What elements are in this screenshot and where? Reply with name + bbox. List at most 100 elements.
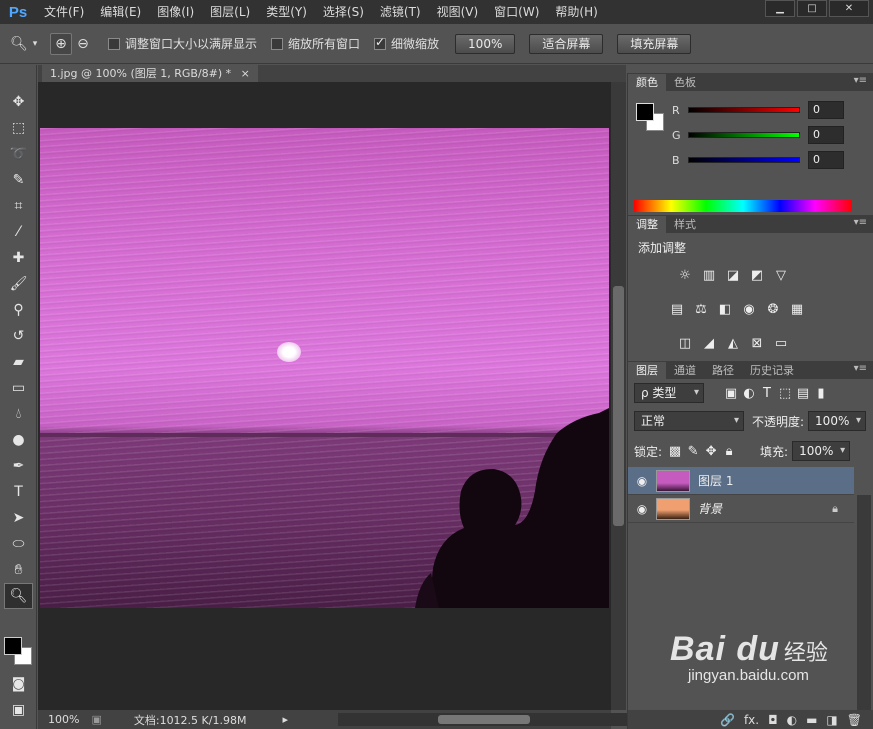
pen-tool-icon[interactable]: ✒ xyxy=(0,453,37,479)
layer-filter-dropdown[interactable]: ρ 类型 xyxy=(634,383,704,403)
tab-history[interactable]: 历史记录 xyxy=(742,362,802,379)
menu-view[interactable]: 视图(V) xyxy=(429,0,487,24)
filter-toggle-icon[interactable]: ▮ xyxy=(812,385,830,401)
chevron-down-icon[interactable]: ▾ xyxy=(30,33,40,55)
checkbox-box-checked[interactable] xyxy=(374,35,387,50)
filter-adjustment-icon[interactable]: ◐ xyxy=(740,385,758,401)
dodge-tool-icon[interactable]: ● xyxy=(0,427,37,453)
posterize-icon[interactable]: ◢ xyxy=(700,335,718,351)
document-tab[interactable]: 1.jpg @ 100% (图层 1, RGB/8#) * × xyxy=(42,65,258,82)
menu-file[interactable]: 文件(F) xyxy=(36,0,92,24)
path-select-tool-icon[interactable]: ➤ xyxy=(0,505,37,531)
eye-icon[interactable]: ◉ xyxy=(628,474,656,488)
lock-transparency-icon[interactable]: ▩ xyxy=(666,443,684,459)
exposure-icon[interactable]: ◩ xyxy=(748,267,766,283)
blur-tool-icon[interactable]: 💧︎ xyxy=(0,401,37,427)
zoom-tool-icon[interactable]: 🔍︎ xyxy=(4,583,33,609)
foreground-color-swatch[interactable] xyxy=(4,637,22,655)
layer-style-icon[interactable]: fx. xyxy=(744,713,759,727)
lock-all-icon[interactable]: 🔒︎ xyxy=(720,443,738,459)
document-image[interactable] xyxy=(40,128,609,608)
menu-window[interactable]: 窗口(W) xyxy=(486,0,547,24)
add-mask-icon[interactable]: ◘ xyxy=(768,713,778,727)
vertical-scrollbar[interactable] xyxy=(611,82,626,710)
eye-icon[interactable]: ◉ xyxy=(628,502,656,516)
move-tool-icon[interactable]: ✥ xyxy=(0,89,37,115)
threshold-icon[interactable]: ◭ xyxy=(724,335,742,351)
foreground-color-swatch[interactable] xyxy=(636,103,654,121)
zoom-tool-preset-icon[interactable]: 🔍︎ xyxy=(8,33,30,55)
blue-slider[interactable] xyxy=(688,157,800,163)
quick-mask-icon[interactable]: ◙ xyxy=(0,671,37,697)
link-layers-icon[interactable]: 🔗 xyxy=(720,713,735,727)
zoom-out-icon[interactable]: ⊖ xyxy=(72,33,94,55)
type-tool-icon[interactable]: T xyxy=(0,479,37,505)
minimize-button[interactable]: ▁ xyxy=(765,0,795,17)
close-tab-icon[interactable]: × xyxy=(241,67,250,80)
invert-icon[interactable]: ◫ xyxy=(676,335,694,351)
hand-tool-icon[interactable]: ✋︎ xyxy=(0,557,37,583)
gradient-map-icon[interactable]: ▭ xyxy=(772,335,790,351)
menu-layer[interactable]: 图层(L) xyxy=(202,0,258,24)
new-layer-icon[interactable]: ◨ xyxy=(826,713,837,727)
eraser-tool-icon[interactable]: ▰ xyxy=(0,349,37,375)
new-adjustment-layer-icon[interactable]: ◐ xyxy=(787,713,797,727)
menu-edit[interactable]: 编辑(E) xyxy=(92,0,149,24)
brush-tool-icon[interactable]: 🖌︎ xyxy=(0,271,37,297)
maximize-button[interactable]: □ xyxy=(797,0,827,17)
canvas-area[interactable] xyxy=(38,82,611,710)
tab-adjustments[interactable]: 调整 xyxy=(628,216,666,233)
fill-input[interactable]: 100% xyxy=(792,441,851,461)
zoom-level[interactable]: 100% xyxy=(48,713,79,726)
filter-pixel-icon[interactable]: ▣ xyxy=(722,385,740,401)
menu-select[interactable]: 选择(S) xyxy=(315,0,372,24)
new-group-icon[interactable]: ▬ xyxy=(806,713,817,727)
ellipse-tool-icon[interactable]: ⬭ xyxy=(0,531,37,557)
green-slider[interactable] xyxy=(688,132,800,138)
fit-screen-button[interactable]: 适合屏幕 xyxy=(529,33,604,54)
selective-color-icon[interactable]: ⊠ xyxy=(748,335,766,351)
color-balance-icon[interactable]: ⚖ xyxy=(692,301,710,317)
tab-color[interactable]: 颜色 xyxy=(628,74,666,91)
filter-type-icon[interactable]: T xyxy=(758,385,776,401)
red-slider[interactable] xyxy=(688,107,800,113)
delete-layer-icon[interactable]: 🗑 xyxy=(847,713,862,727)
tab-swatches[interactable]: 色板 xyxy=(666,74,704,91)
layer-row[interactable]: ◉ 图层 1 xyxy=(628,467,854,495)
hue-saturation-icon[interactable]: ▤ xyxy=(668,301,686,317)
black-white-icon[interactable]: ◧ xyxy=(716,301,734,317)
vibrance-icon[interactable]: ▽ xyxy=(772,267,790,283)
color-spectrum[interactable] xyxy=(634,200,852,212)
gradient-tool-icon[interactable]: ▭ xyxy=(0,375,37,401)
scrubby-zoom-checkbox[interactable]: 细微缩放 xyxy=(374,35,439,52)
status-menu-arrow-icon[interactable]: ▸ xyxy=(282,713,288,726)
checkbox-box[interactable] xyxy=(271,37,284,50)
tab-layers[interactable]: 图层 xyxy=(628,362,666,379)
green-value-input[interactable]: 0 xyxy=(808,126,844,144)
color-lookup-icon[interactable]: ▦ xyxy=(788,301,806,317)
red-value-input[interactable]: 0 xyxy=(808,101,844,119)
close-button[interactable]: ✕ xyxy=(829,0,869,17)
quick-select-tool-icon[interactable]: ✎ xyxy=(0,167,37,193)
layer-name[interactable]: 背景 xyxy=(698,500,722,517)
healing-brush-tool-icon[interactable]: ✚ xyxy=(0,245,37,271)
levels-icon[interactable]: ▥ xyxy=(700,267,718,283)
marquee-tool-icon[interactable]: ⬚ xyxy=(0,115,37,141)
menu-type[interactable]: 类型(Y) xyxy=(258,0,315,24)
lock-pixels-icon[interactable]: ✎ xyxy=(684,443,702,459)
channel-mixer-icon[interactable]: ❂ xyxy=(764,301,782,317)
resize-windows-checkbox[interactable]: 调整窗口大小以满屏显示 xyxy=(108,35,257,52)
history-brush-tool-icon[interactable]: ↺ xyxy=(0,323,37,349)
zoom-in-icon[interactable]: ⊕ xyxy=(50,32,72,55)
horizontal-scrollbar[interactable] xyxy=(338,713,643,726)
blend-mode-dropdown[interactable]: 正常 xyxy=(634,411,744,431)
brightness-icon[interactable]: ☼ xyxy=(676,267,694,283)
screen-mode-icon[interactable]: ▣ xyxy=(0,697,37,723)
layer-name[interactable]: 图层 1 xyxy=(698,472,733,489)
lock-position-icon[interactable]: ✥ xyxy=(702,443,720,459)
tab-paths[interactable]: 路径 xyxy=(704,362,742,379)
tab-styles[interactable]: 样式 xyxy=(666,216,704,233)
tab-channels[interactable]: 通道 xyxy=(666,362,704,379)
horizontal-scroll-thumb[interactable] xyxy=(438,715,530,724)
checkbox-box[interactable] xyxy=(108,37,120,50)
